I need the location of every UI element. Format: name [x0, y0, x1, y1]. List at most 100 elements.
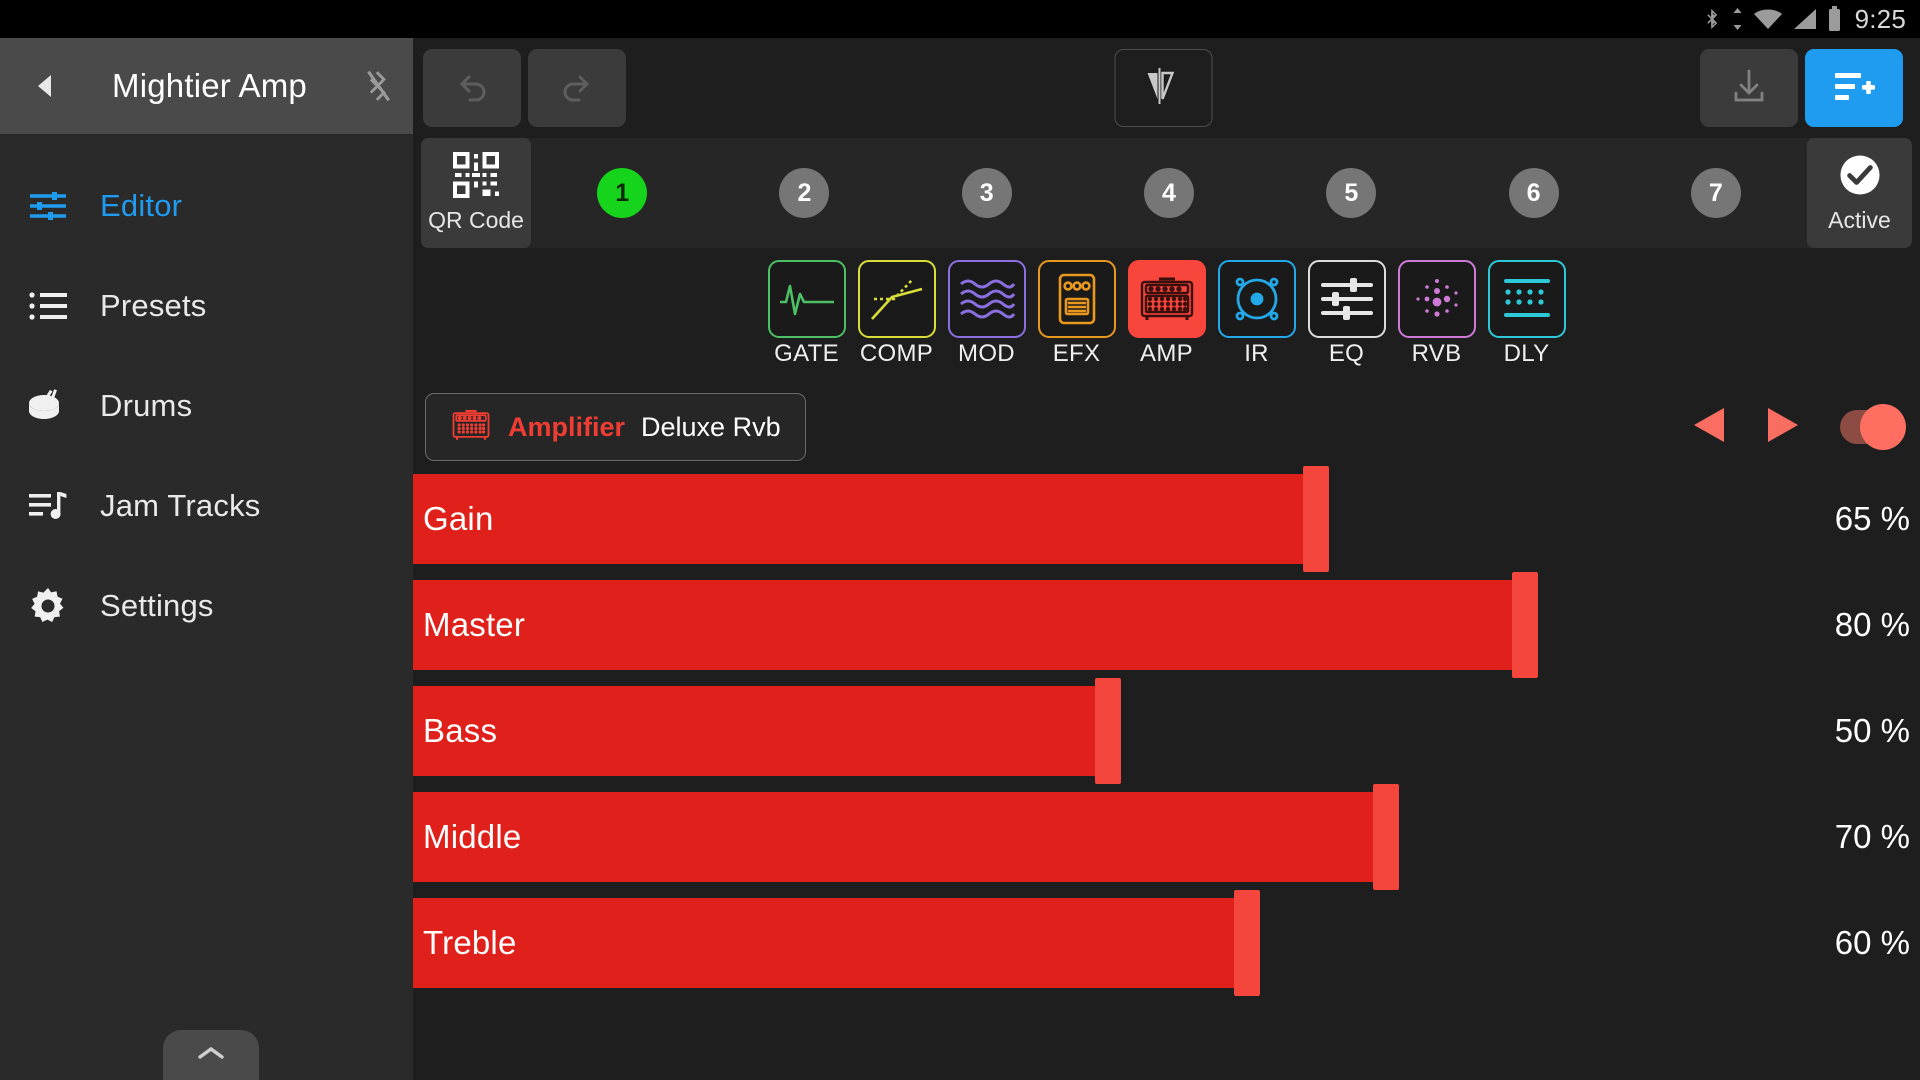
sidebar-item-editor[interactable]: Editor	[0, 156, 413, 256]
active-toggle-button[interactable]: Active	[1807, 138, 1912, 248]
channel-button-2[interactable]: 2	[779, 168, 830, 218]
slider-thumb[interactable]	[1234, 890, 1260, 996]
fx-slot-amp[interactable]: AMP	[1127, 260, 1206, 368]
module-type-label: Amplifier	[508, 411, 626, 442]
slider-thumb[interactable]	[1512, 572, 1538, 678]
parameter-sliders: Gain 65 % Master 80 % Bass 50 % Middle 7…	[413, 466, 1920, 996]
qr-code-button[interactable]: QR Code	[421, 138, 531, 248]
sidebar-item-presets[interactable]: Presets	[0, 256, 413, 356]
module-selector[interactable]: Amplifier Deluxe Rvb	[425, 393, 806, 461]
prev-model-button[interactable]	[1672, 406, 1746, 449]
delay-grid-icon	[1487, 260, 1566, 338]
save-preset-button[interactable]	[1700, 49, 1798, 127]
module-header-row: Amplifier Deluxe Rvb	[413, 388, 1920, 466]
channel-button-6[interactable]: 6	[1508, 168, 1559, 218]
next-model-button[interactable]	[1746, 406, 1820, 449]
fx-label: GATE	[774, 340, 839, 367]
channel-button-3[interactable]: 3	[961, 168, 1012, 218]
ab-compare-icon	[1143, 65, 1183, 112]
sidebar-item-label: Drums	[100, 388, 193, 423]
sidebar-item-label: Jam Tracks	[100, 488, 261, 523]
slider-label: Treble	[423, 924, 517, 961]
fx-slot-mod[interactable]: MOD	[947, 260, 1026, 368]
sidebar-item-drums[interactable]: Drums	[0, 356, 413, 456]
equalizer-icon	[1307, 260, 1386, 338]
slider-thumb[interactable]	[1373, 784, 1399, 890]
amplifier-icon	[450, 406, 492, 449]
redo-button[interactable]	[528, 49, 626, 127]
sidebar-nav: Editor Presets Drums Jam Tracks Settings	[0, 134, 413, 656]
fx-slot-rvb[interactable]: RVB	[1397, 260, 1476, 368]
drum-icon	[27, 385, 69, 427]
download-icon	[1729, 66, 1769, 111]
channel-label: 1	[615, 178, 630, 207]
app-title: Mightier Amp	[112, 67, 307, 104]
check-circle-icon	[1837, 152, 1883, 203]
sidebar-collapse-handle[interactable]	[163, 1030, 259, 1080]
sync-arrows-icon	[1731, 7, 1744, 31]
module-name-label: Deluxe Rvb	[641, 411, 781, 442]
channel-label: 4	[1162, 178, 1176, 207]
channel-button-5[interactable]: 5	[1326, 168, 1377, 218]
fx-slot-dly[interactable]: DLY	[1487, 260, 1566, 368]
fx-slot-comp[interactable]: COMP	[857, 260, 936, 368]
back-arrow-icon[interactable]	[32, 73, 58, 99]
channel-buttons: 1 2 3 4 5 6 7	[531, 138, 1807, 248]
toolbar-right-group	[1700, 49, 1910, 127]
channel-label: 2	[797, 178, 812, 207]
pedal-icon	[1037, 260, 1116, 338]
fx-chain: GATE COMP MOD EFX AMP IR EQ RVB DLY	[413, 260, 1920, 368]
sidebar-item-jam-tracks[interactable]: Jam Tracks	[0, 456, 413, 556]
undo-icon	[452, 66, 492, 111]
sidebar: Mightier Amp Editor Presets Drums Jam Tr…	[0, 38, 413, 1080]
slider-value: 70 %	[1834, 818, 1910, 855]
ab-compare-button[interactable]	[1114, 49, 1212, 127]
fx-label: RVB	[1411, 340, 1462, 367]
redo-icon	[557, 66, 597, 111]
slider-thumb[interactable]	[1303, 466, 1329, 572]
slider-thumb[interactable]	[1095, 678, 1121, 784]
fx-label: IR	[1244, 340, 1269, 367]
slider-middle[interactable]: Middle 70 %	[413, 784, 1920, 890]
bluetooth-icon	[1702, 6, 1722, 32]
module-enable-toggle[interactable]	[1840, 404, 1906, 450]
fx-slot-gate[interactable]: GATE	[767, 260, 846, 368]
fx-slot-ir[interactable]: IR	[1217, 260, 1296, 368]
amplifier-icon	[1127, 260, 1206, 338]
sidebar-item-label: Editor	[100, 188, 183, 223]
qr-code-icon	[453, 152, 499, 203]
channel-label: 5	[1344, 178, 1359, 207]
gate-waveform-icon	[767, 260, 846, 338]
chevron-up-icon	[196, 1044, 226, 1067]
slider-label: Bass	[423, 712, 498, 749]
channel-button-4[interactable]: 4	[1143, 168, 1194, 218]
channel-button-1[interactable]: 1	[597, 168, 648, 218]
channel-button-7[interactable]: 7	[1690, 168, 1741, 218]
fx-label: COMP	[859, 340, 934, 367]
slider-gain[interactable]: Gain 65 %	[413, 466, 1920, 572]
slider-value: 65 %	[1834, 500, 1910, 537]
sidebar-item-label: Settings	[100, 588, 214, 623]
fx-label: AMP	[1140, 340, 1193, 367]
fx-slot-eq[interactable]: EQ	[1307, 260, 1386, 368]
battery-icon	[1827, 6, 1842, 32]
sidebar-item-settings[interactable]: Settings	[0, 556, 413, 656]
fx-label: MOD	[958, 340, 1015, 367]
undo-button[interactable]	[423, 49, 521, 127]
fx-label: EFX	[1052, 340, 1101, 367]
active-label: Active	[1828, 207, 1891, 233]
bluetooth-disabled-icon[interactable]	[361, 68, 395, 104]
slider-value: 50 %	[1834, 712, 1910, 749]
editor-toolbar	[413, 38, 1920, 138]
reverb-dots-icon	[1397, 260, 1476, 338]
slider-label: Master	[423, 606, 526, 643]
sidebar-item-label: Presets	[100, 288, 207, 323]
fx-slot-efx[interactable]: EFX	[1037, 260, 1116, 368]
compressor-curve-icon	[857, 260, 936, 338]
add-preset-button[interactable]	[1805, 49, 1903, 127]
slider-bass[interactable]: Bass 50 %	[413, 678, 1920, 784]
modulation-waves-icon	[947, 260, 1026, 338]
slider-treble[interactable]: Treble 60 %	[413, 890, 1920, 996]
slider-master[interactable]: Master 80 %	[413, 572, 1920, 678]
prev-triangle-icon	[1692, 406, 1726, 449]
